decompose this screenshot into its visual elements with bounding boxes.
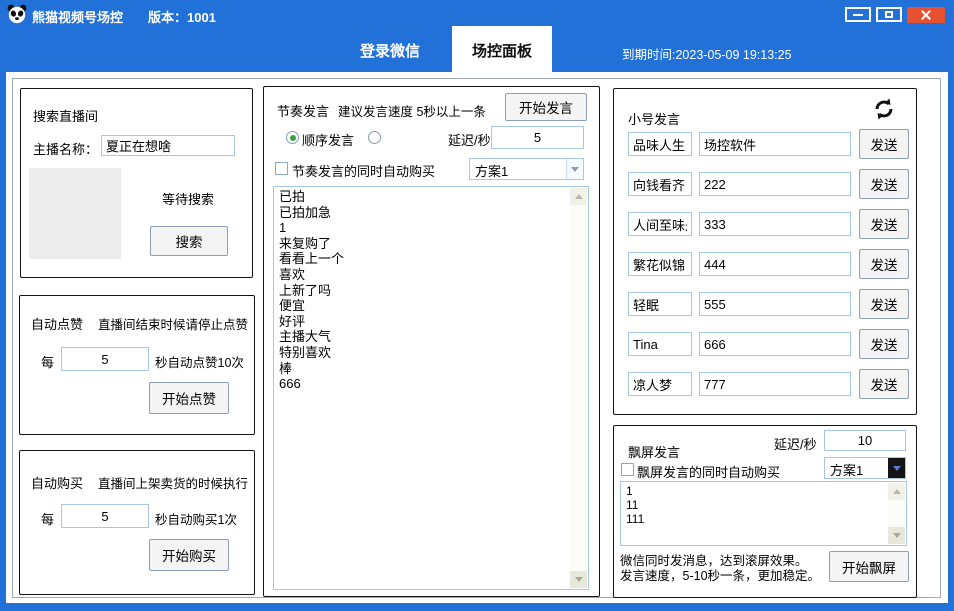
auto-like-title: 自动点赞	[31, 314, 83, 333]
rhythm-messages-textarea[interactable]: 已拍 已拍加急 1 来复购了 看看上一个 喜欢 上新了吗 便宜 好评 主播大气 …	[273, 186, 589, 590]
cover-image-placeholder	[29, 168, 121, 259]
account-name-input[interactable]	[628, 332, 692, 356]
rhythm-scrollbar[interactable]	[570, 188, 587, 588]
send-button[interactable]: 发送	[859, 369, 909, 399]
close-button[interactable]	[907, 7, 945, 23]
rhythm-speech-box: 节奏发言 建议发言速度 5秒以上一条 开始发言 顺序发言 延迟/秒 节奏发言的同…	[263, 86, 600, 597]
float-messages-text: 1 11 111	[626, 484, 886, 543]
start-float-button[interactable]: 开始飘屏	[829, 551, 909, 582]
auto-like-suffix: 秒自动点赞10次	[155, 352, 244, 371]
send-button[interactable]: 发送	[859, 129, 909, 159]
rhythm-plan-value: 方案1	[470, 159, 566, 179]
refresh-icon[interactable]	[872, 97, 896, 121]
search-button[interactable]: 搜索	[150, 226, 228, 256]
expiry-time-label: 到期时间:2023-05-09 19:13:25	[622, 44, 792, 63]
send-button[interactable]: 发送	[859, 249, 909, 279]
auto-buy-box: 自动购买 直播间上架卖货的时候执行 每 秒自动购买1次 开始购买	[19, 450, 255, 595]
auto-buy-title: 自动购买	[31, 473, 83, 492]
rhythm-autobuy-checkbox[interactable]	[275, 162, 288, 175]
sequential-speech-radio[interactable]	[286, 131, 299, 144]
auto-buy-hint: 直播间上架卖货的时候执行	[98, 473, 248, 492]
float-messages-textarea[interactable]: 1 11 111	[620, 481, 907, 546]
rhythm-hint: 建议发言速度 5秒以上一条	[338, 101, 486, 120]
account-name-input[interactable]	[628, 212, 692, 236]
dropdown-arrow-icon	[888, 458, 905, 478]
scroll-down-icon[interactable]	[570, 571, 587, 588]
account-message-input[interactable]	[699, 212, 851, 236]
auto-buy-every-label: 每	[41, 509, 54, 528]
float-delay-label: 延迟/秒	[774, 434, 817, 453]
float-plan-dropdown[interactable]: 方案1	[824, 457, 906, 479]
title-bar: 熊猫视频号场控 版本：1001	[0, 0, 954, 28]
auto-like-hint: 直播间结束时候请停止点赞	[98, 314, 248, 333]
alt-account-box: 小号发言 发送 发送 发送 发送 发送 发送 发送	[613, 88, 917, 415]
host-name-input[interactable]	[101, 135, 235, 156]
account-message-input[interactable]	[699, 292, 851, 316]
auto-buy-suffix: 秒自动购买1次	[155, 509, 237, 528]
rhythm-autobuy-label[interactable]: 节奏发言的同时自动购买	[292, 161, 435, 180]
float-autobuy-checkbox[interactable]	[621, 463, 634, 476]
rhythm-plan-dropdown[interactable]: 方案1	[469, 158, 584, 180]
start-buy-button[interactable]: 开始购买	[149, 539, 229, 571]
float-screen-box: 飘屏发言 延迟/秒 飘屏发言的同时自动购买 方案1 1 11 111 微信同时发…	[613, 425, 917, 598]
account-message-input[interactable]	[699, 372, 851, 396]
minimize-button[interactable]	[845, 7, 871, 22]
tab-login-wechat[interactable]: 登录微信	[330, 28, 450, 72]
auto-buy-interval-input[interactable]	[61, 504, 149, 528]
account-name-input[interactable]	[628, 372, 692, 396]
search-status-text: 等待搜索	[162, 189, 214, 208]
float-title: 飘屏发言	[628, 442, 680, 461]
tab-strip: 登录微信 场控面板 到期时间:2023-05-09 19:13:25	[0, 28, 954, 72]
tab-control-panel[interactable]: 场控面板	[452, 26, 552, 74]
window-title: 熊猫视频号场控	[32, 7, 123, 26]
maximize-icon	[885, 11, 893, 18]
scroll-down-icon[interactable]	[888, 527, 905, 544]
rhythm-delay-label: 延迟/秒	[448, 130, 491, 149]
account-message-input[interactable]	[699, 172, 851, 196]
account-name-input[interactable]	[628, 132, 692, 156]
alt-account-title: 小号发言	[628, 109, 680, 128]
account-message-input[interactable]	[699, 332, 851, 356]
scroll-up-icon[interactable]	[570, 188, 587, 205]
search-box-title: 搜索直播间	[33, 106, 98, 125]
panda-logo-icon	[7, 4, 27, 24]
send-button[interactable]: 发送	[859, 329, 909, 359]
account-message-input[interactable]	[699, 252, 851, 276]
rhythm-title: 节奏发言	[277, 101, 329, 120]
account-message-input[interactable]	[699, 132, 851, 156]
scroll-up-icon[interactable]	[888, 483, 905, 500]
auto-like-interval-input[interactable]	[61, 347, 149, 371]
rhythm-delay-input[interactable]	[491, 126, 584, 149]
app-window: 熊猫视频号场控 版本：1001 登录微信 场控面板 到期时间:2023-05-0…	[0, 0, 954, 611]
account-name-input[interactable]	[628, 292, 692, 316]
account-name-input[interactable]	[628, 172, 692, 196]
auto-like-every-label: 每	[41, 352, 54, 371]
host-name-label: 主播名称：	[33, 139, 98, 158]
send-button[interactable]: 发送	[859, 209, 909, 239]
send-button[interactable]: 发送	[859, 169, 909, 199]
maximize-button[interactable]	[876, 7, 902, 22]
float-scrollbar[interactable]	[888, 483, 905, 544]
float-note-line2: 发言速度，5-10秒一条，更加稳定。	[620, 565, 820, 584]
search-liveroom-box: 搜索直播间 主播名称： 等待搜索 搜索	[20, 88, 253, 278]
sequential-speech-label[interactable]: 顺序发言	[302, 130, 354, 149]
random-speech-radio[interactable]	[368, 131, 381, 144]
dropdown-arrow-icon	[566, 159, 583, 179]
auto-like-box: 自动点赞 直播间结束时候请停止点赞 每 秒自动点赞10次 开始点赞	[19, 295, 255, 435]
start-like-button[interactable]: 开始点赞	[149, 382, 229, 414]
account-name-input[interactable]	[628, 252, 692, 276]
rhythm-messages-text: 已拍 已拍加急 1 来复购了 看看上一个 喜欢 上新了吗 便宜 好评 主播大气 …	[279, 189, 568, 587]
version-label: 版本：1001	[148, 7, 216, 26]
send-button[interactable]: 发送	[859, 289, 909, 319]
float-autobuy-label[interactable]: 飘屏发言的同时自动购买	[637, 462, 780, 481]
float-plan-value: 方案1	[825, 458, 888, 478]
start-speech-button[interactable]: 开始发言	[505, 93, 587, 121]
float-delay-input[interactable]	[824, 430, 906, 451]
minimize-icon	[853, 14, 863, 16]
close-icon	[921, 10, 931, 20]
